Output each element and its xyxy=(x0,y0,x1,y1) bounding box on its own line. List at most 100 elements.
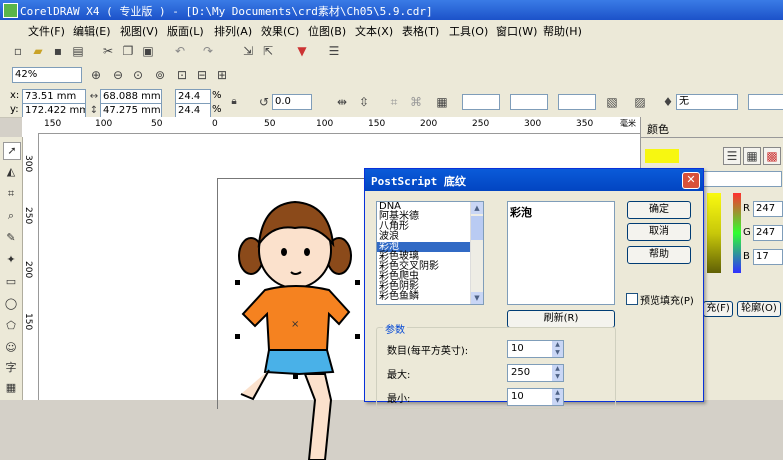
scroll-up-icon[interactable]: ▲ xyxy=(471,202,483,214)
list-scrollbar[interactable]: ▲ ▼ xyxy=(470,202,483,304)
zoom-page-icon[interactable]: ⊡ xyxy=(174,67,190,83)
export-icon[interactable]: ⇱ xyxy=(260,43,276,59)
cut-icon[interactable]: ✂ xyxy=(100,43,116,59)
ok-button[interactable]: 确定 xyxy=(627,201,691,219)
zoom-level-select[interactable]: 42% xyxy=(12,67,82,83)
pick-tool-icon[interactable]: ➚ xyxy=(3,142,21,160)
help-button[interactable]: 帮助 xyxy=(627,246,691,264)
smart-fill-tool-icon[interactable]: ✦ xyxy=(3,252,19,268)
import-icon[interactable]: ⇲ xyxy=(240,43,256,59)
color-sliders-icon[interactable]: ☰ xyxy=(723,147,741,165)
channel-g-field[interactable]: 247 xyxy=(753,225,783,241)
menu-table[interactable]: 表格(T) xyxy=(402,23,439,39)
to-front-icon[interactable]: ▦ xyxy=(434,94,450,110)
mirror-horizontal-icon[interactable]: ⇹ xyxy=(334,94,350,110)
freehand-tool-icon[interactable]: ✎ xyxy=(3,230,19,246)
application-launcher-icon[interactable]: ▼ xyxy=(294,43,310,59)
list-item[interactable]: 彩色鱼鳞 xyxy=(377,292,483,302)
combine-icon[interactable]: ⌗ xyxy=(386,94,402,110)
align-icon[interactable]: ▨ xyxy=(632,94,648,110)
open-folder-icon[interactable]: ▰ xyxy=(30,43,46,59)
shape-tool-icon[interactable]: ◭ xyxy=(3,164,19,180)
new-document-icon[interactable]: ▫ xyxy=(10,43,26,59)
zoom-tool-icon[interactable]: ⌕ xyxy=(3,208,19,224)
color-gradient-bar[interactable] xyxy=(707,193,721,273)
cancel-button[interactable]: 取消 xyxy=(627,223,691,241)
menu-edit[interactable]: 编辑(E) xyxy=(73,23,111,39)
spinner-arrows-icon[interactable]: ▲ ▼ xyxy=(552,341,563,357)
menu-arrange[interactable]: 排列(A) xyxy=(214,23,252,39)
close-icon[interactable]: ✕ xyxy=(682,172,700,189)
scroll-down-icon[interactable]: ▼ xyxy=(471,292,483,304)
channel-b-label: B xyxy=(743,251,750,262)
param-count-value: 10 xyxy=(511,343,524,354)
channel-r-field[interactable]: 247 xyxy=(753,201,783,217)
ruler-v-tick: 250 xyxy=(23,207,33,225)
zoom-page-width-icon[interactable]: ⊟ xyxy=(194,67,210,83)
zoom-selected-icon[interactable]: ⊙ xyxy=(130,67,146,83)
ellipse-tool-icon[interactable]: ◯ xyxy=(3,296,19,312)
texture-list[interactable]: DNA 阿基米德 八角形 波浪 彩泡 彩色玻璃 彩色交叉阴影 彩色爬虫 彩色阴影… xyxy=(376,201,484,305)
param-count-spinner[interactable]: 10 ▲ ▼ xyxy=(507,340,564,358)
menu-bitmaps[interactable]: 位图(B) xyxy=(308,23,346,39)
text-tool-icon[interactable]: 字 xyxy=(3,360,19,376)
color-viewer-icon[interactable]: ▦ xyxy=(743,147,761,165)
fill-button[interactable]: 充(F) xyxy=(703,301,733,317)
menu-tools[interactable]: 工具(O) xyxy=(449,23,488,39)
spinner-arrows-icon[interactable]: ▲ ▼ xyxy=(552,365,563,381)
text-wrap-icon[interactable]: ▧ xyxy=(604,94,620,110)
param-max-label: 最大: xyxy=(387,370,411,381)
crop-tool-icon[interactable]: ⌗ xyxy=(3,186,19,202)
outline-button[interactable]: 轮廓(O) xyxy=(737,301,781,317)
menu-file[interactable]: 文件(F) xyxy=(28,23,65,39)
refresh-button[interactable]: 刷新(R) xyxy=(507,310,615,328)
extra-field[interactable] xyxy=(748,94,783,110)
table-tool-icon[interactable]: ▦ xyxy=(3,380,19,396)
menu-text[interactable]: 文本(X) xyxy=(355,23,393,39)
param-max-spinner[interactable]: 250 ▲ ▼ xyxy=(507,364,564,382)
paste-icon[interactable]: ▣ xyxy=(140,43,156,59)
param-min-spinner[interactable]: 10 ▲ ▼ xyxy=(507,388,564,406)
ruler-h-tick: 350 xyxy=(576,119,594,129)
welcome-screen-icon[interactable]: ☰ xyxy=(326,43,342,59)
zoom-page-height-icon[interactable]: ⊞ xyxy=(214,67,230,83)
copy-icon[interactable]: ❐ xyxy=(120,43,136,59)
menu-help[interactable]: 帮助(H) xyxy=(543,23,582,39)
channel-b-field[interactable]: 17 xyxy=(753,249,783,265)
color-palette-icon[interactable]: ▩ xyxy=(763,147,781,165)
undo-icon[interactable]: ↶ xyxy=(172,43,188,59)
shape-option-select-2[interactable] xyxy=(510,94,548,110)
outline-width-select[interactable]: 无 xyxy=(676,94,738,110)
scroll-thumb[interactable] xyxy=(471,216,483,240)
docker-title: 颜色 xyxy=(647,123,669,136)
polygon-tool-icon[interactable]: ⬠ xyxy=(3,318,19,334)
current-color-swatch xyxy=(645,149,679,163)
menu-window[interactable]: 窗口(W) xyxy=(496,23,537,39)
preview-fill-checkbox[interactable] xyxy=(626,293,638,305)
zoom-all-objects-icon[interactable]: ⊚ xyxy=(152,67,168,83)
rotation-angle-field[interactable]: 0.0 xyxy=(272,94,312,110)
menu-layout[interactable]: 版面(L) xyxy=(167,23,204,39)
menu-effects[interactable]: 效果(C) xyxy=(261,23,299,39)
print-icon[interactable]: ▤ xyxy=(70,43,86,59)
redo-icon[interactable]: ↷ xyxy=(200,43,216,59)
shape-option-select-1[interactable] xyxy=(462,94,500,110)
basic-shapes-tool-icon[interactable]: ☺ xyxy=(3,340,19,356)
vertical-ruler[interactable]: 300 250 200 150 xyxy=(22,133,39,400)
break-apart-icon[interactable]: ⌘ xyxy=(408,94,424,110)
menu-view[interactable]: 视图(V) xyxy=(120,23,158,39)
ruler-h-tick: 250 xyxy=(472,119,490,129)
color-model-select[interactable] xyxy=(703,171,782,187)
horizontal-ruler[interactable]: 150 100 50 0 50 100 150 200 250 300 350 … xyxy=(22,117,640,134)
zoom-out-icon[interactable]: ⊖ xyxy=(110,67,126,83)
lock-ratio-icon[interactable]: 🔒︎ xyxy=(226,94,242,110)
shape-option-select-3[interactable] xyxy=(558,94,596,110)
save-icon[interactable]: ▪ xyxy=(50,43,66,59)
hue-slider[interactable] xyxy=(733,193,741,273)
mirror-vertical-icon[interactable]: ⇳ xyxy=(356,94,372,110)
rectangle-tool-icon[interactable]: ▭ xyxy=(3,274,19,290)
dialog-title-bar[interactable]: PostScript 底纹 ✕ xyxy=(365,169,703,191)
parameters-group-label: 参数 xyxy=(383,321,407,336)
zoom-in-icon[interactable]: ⊕ xyxy=(88,67,104,83)
spinner-arrows-icon[interactable]: ▲ ▼ xyxy=(552,389,563,405)
